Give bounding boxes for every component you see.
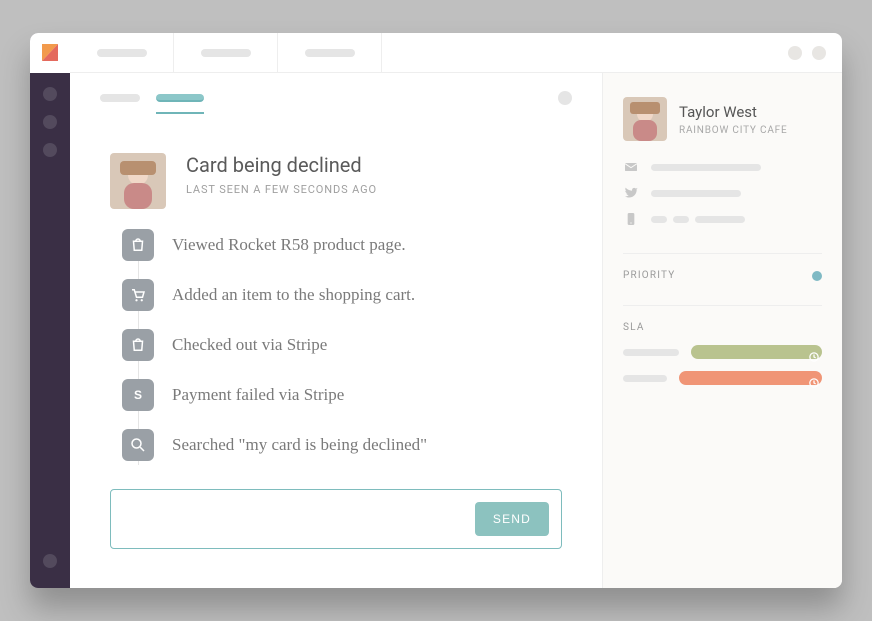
nav-dot-2[interactable] xyxy=(43,115,57,129)
contact-phone[interactable] xyxy=(623,211,822,227)
left-rail xyxy=(30,33,70,588)
ticket-subtitle: LAST SEEN A FEW SECONDS AGO xyxy=(186,183,377,196)
contact-email[interactable] xyxy=(623,159,822,175)
sla-row-2 xyxy=(623,371,822,385)
email-icon xyxy=(623,159,639,175)
priority-indicator[interactable] xyxy=(812,271,822,281)
svg-text:S: S xyxy=(134,388,142,402)
reply-input[interactable]: SEND xyxy=(110,489,562,549)
cart-icon xyxy=(122,279,154,311)
sla-bar-warn xyxy=(679,371,822,385)
event-text: Payment failed via Stripe xyxy=(172,385,344,405)
subtab-1[interactable] xyxy=(100,94,140,102)
contact-twitter[interactable] xyxy=(623,185,822,201)
header-action-1[interactable] xyxy=(788,46,802,60)
app-window: Card being declined LAST SEEN A FEW SECO… xyxy=(30,33,842,588)
priority-label: PRIORITY xyxy=(623,270,675,281)
tab-2[interactable] xyxy=(174,33,278,72)
phone-icon xyxy=(623,211,639,227)
event-text: Checked out via Stripe xyxy=(172,335,327,355)
nav-dot-3[interactable] xyxy=(43,143,57,157)
app-logo[interactable] xyxy=(30,33,70,73)
event-text: Searched "my card is being declined" xyxy=(172,435,427,455)
event-row: Searched "my card is being declined" xyxy=(122,429,562,461)
sla-bar-ok xyxy=(691,345,822,359)
sla-label: SLA xyxy=(623,322,822,333)
bag-icon xyxy=(122,329,154,361)
customer-avatar xyxy=(110,153,166,209)
header-action-2[interactable] xyxy=(812,46,826,60)
top-tabs xyxy=(70,33,842,73)
sla-row-1 xyxy=(623,345,822,359)
event-text: Viewed Rocket R58 product page. xyxy=(172,235,406,255)
conversation-panel: Card being declined LAST SEEN A FEW SECO… xyxy=(70,73,602,588)
customer-panel: Taylor West RAINBOW CITY CAFE xyxy=(602,73,842,588)
customer-org: RAINBOW CITY CAFE xyxy=(679,125,787,136)
event-row: Viewed Rocket R58 product page. xyxy=(122,229,562,261)
nav-dot-1[interactable] xyxy=(43,87,57,101)
ticket-title: Card being declined xyxy=(186,153,377,177)
event-timeline: Viewed Rocket R58 product page. Added an… xyxy=(70,229,602,479)
event-row: S Payment failed via Stripe xyxy=(122,379,562,411)
subtab-2-active[interactable] xyxy=(156,94,204,102)
nav-dot-bottom[interactable] xyxy=(43,554,57,568)
bag-icon xyxy=(122,229,154,261)
search-icon xyxy=(122,429,154,461)
customer-name: Taylor West xyxy=(679,103,787,121)
tab-3[interactable] xyxy=(278,33,382,72)
tab-1[interactable] xyxy=(70,33,174,72)
send-button[interactable]: SEND xyxy=(475,502,549,536)
subtab-action[interactable] xyxy=(558,91,572,105)
event-row: Checked out via Stripe xyxy=(122,329,562,361)
customer-avatar-small xyxy=(623,97,667,141)
stripe-icon: S xyxy=(122,379,154,411)
event-text: Added an item to the shopping cart. xyxy=(172,285,415,305)
clock-icon xyxy=(809,373,819,383)
clock-icon xyxy=(809,347,819,357)
event-row: Added an item to the shopping cart. xyxy=(122,279,562,311)
twitter-icon xyxy=(623,185,639,201)
main-area: Card being declined LAST SEEN A FEW SECO… xyxy=(70,33,842,588)
